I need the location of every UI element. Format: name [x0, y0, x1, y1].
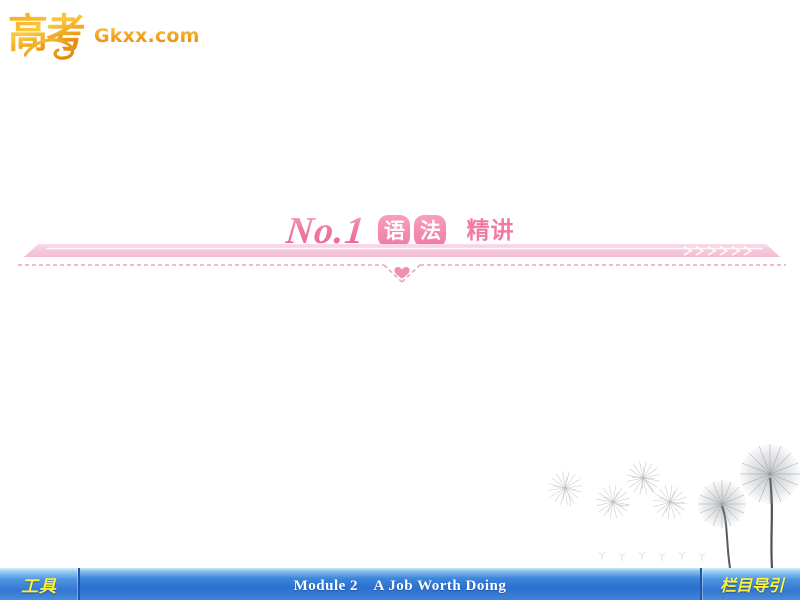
tools-button-label: 工具 [21, 576, 57, 597]
banner-badge-group: 语 法 [378, 215, 447, 247]
banner-badge-2: 法 [414, 215, 447, 247]
logo-chinese-text: 高考 [8, 11, 86, 57]
dandelion-seed [650, 482, 690, 522]
slide-canvas: 高考 Gkxx.com No.1 语 法 精讲 Module 2 A Job W… [0, 0, 800, 600]
section-guide-button-label: 栏目导引 [719, 576, 784, 595]
bottom-bar: Module 2 A Job Worth Doing 工具 栏目导引 [0, 568, 800, 600]
bottom-bar-title-wrap: Module 2 A Job Worth Doing [0, 568, 800, 600]
tools-button[interactable]: 工具 [0, 568, 80, 600]
dandelion-seed-row [598, 551, 706, 561]
gkxx-logo: 高考 Gkxx.com [8, 6, 208, 66]
dandelion-seed [622, 457, 664, 499]
dandelion-seed [545, 468, 585, 508]
dandelion-head [698, 480, 746, 528]
gkxx-logo-mark: 高考 [8, 9, 86, 63]
section-guide-button[interactable]: 栏目导引 [700, 568, 800, 600]
dandelion-decoration [540, 430, 800, 570]
logo-site-text: Gkxx.com [94, 25, 200, 47]
section-banner: No.1 语 法 精讲 [0, 200, 800, 295]
banner-suffix: 精讲 [466, 218, 515, 244]
module-title: Module 2 A Job Worth Doing [293, 577, 507, 594]
dandelion-seed [592, 481, 634, 523]
dandelion-head [740, 444, 800, 504]
banner-dotted-rule [18, 255, 786, 287]
banner-badge-1: 语 [378, 215, 411, 247]
